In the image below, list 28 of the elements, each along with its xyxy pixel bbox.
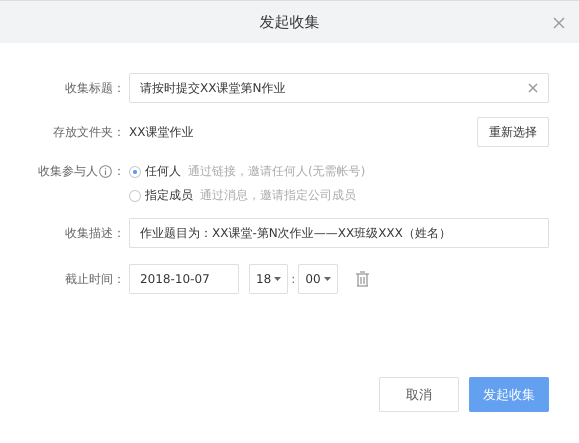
field-label: 收集描述： [65,224,125,242]
label-colon: ： [113,163,125,180]
caret-icon [324,277,331,281]
field-label: 收集标题： [65,80,125,96]
option-label[interactable]: 任何人 [145,163,181,180]
title-input[interactable]: 请按时提交XX课堂第N作业 [129,73,549,103]
caret-icon [274,277,282,281]
reselect-button[interactable]: 重新选择 [477,117,549,147]
field-label: 截止时间： [65,270,125,288]
field-label: 收集参与人 [38,163,98,180]
date-input[interactable]: 2018-10-07 [129,264,239,294]
hour-select[interactable]: 18 [249,264,288,294]
folder-name: XX课堂作业 [129,124,194,140]
info-icon[interactable] [99,165,112,178]
option-hint: 通过链接，邀请任何人(无需帐号) [188,163,366,180]
option-label[interactable]: 指定成员 [145,187,193,204]
close-icon[interactable] [553,17,565,29]
trash-icon[interactable] [354,271,370,287]
minute-select[interactable]: 00 [298,264,338,294]
option-hint: 通过消息，邀请指定公司成员 [200,187,356,204]
clear-icon[interactable] [528,83,538,93]
field-label: 存放文件夹： [53,124,125,140]
time-separator: : [291,272,296,286]
dialog-title: 发起收集 [260,12,320,32]
cancel-button[interactable]: 取消 [379,377,459,412]
description-input[interactable]: 作业题目为：XX课堂-第N次作业——XX班级XXX（姓名） [129,218,549,248]
radio-button[interactable] [129,166,141,178]
radio-button[interactable] [129,190,141,202]
